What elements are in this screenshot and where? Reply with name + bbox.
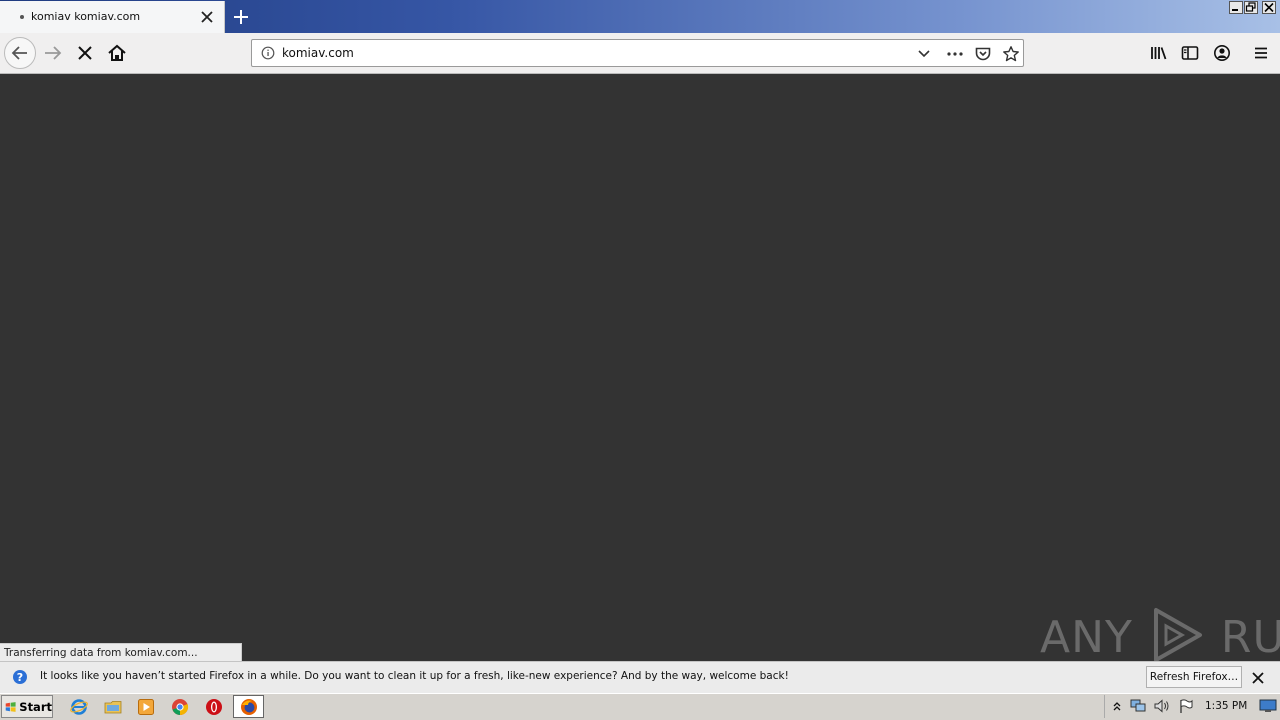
action-center-flag-icon[interactable] <box>1178 698 1194 714</box>
firefox-icon <box>241 699 257 715</box>
notification-bar: ? It looks like you haven’t started Fire… <box>0 661 1280 693</box>
tab-title: komiav komiav.com <box>31 10 141 23</box>
svg-text:?: ? <box>17 671 23 684</box>
taskbar <box>0 693 1280 720</box>
windows-logo-icon <box>5 701 16 712</box>
watermark-left: ANY <box>1040 612 1133 663</box>
dropdown-icon[interactable] <box>916 46 932 62</box>
back-icon <box>11 46 27 60</box>
home-button[interactable] <box>102 38 132 68</box>
back-button[interactable] <box>4 37 36 69</box>
internet-explorer-icon <box>70 699 88 715</box>
taskbar-media[interactable] <box>136 697 156 717</box>
notification-message: It looks like you haven’t started Firefo… <box>40 670 789 682</box>
taskbar-ie[interactable] <box>69 697 89 717</box>
tab-close-icon[interactable] <box>198 8 216 26</box>
account-button[interactable] <box>1207 38 1237 68</box>
home-icon <box>108 44 126 61</box>
show-desktop-icon[interactable] <box>1259 699 1277 713</box>
star-icon[interactable] <box>1002 45 1020 63</box>
status-text: Transferring data from komiav.com... <box>0 643 242 661</box>
forward-icon <box>45 46 62 60</box>
folder-icon <box>104 701 122 714</box>
volume-icon[interactable] <box>1153 698 1171 714</box>
info-icon[interactable] <box>261 46 275 60</box>
menu-icon <box>1255 47 1267 59</box>
stop-icon <box>78 46 92 60</box>
opera-icon <box>206 699 222 715</box>
taskbar-firefox[interactable] <box>233 695 264 718</box>
taskbar-clock[interactable]: 1:35 PM <box>1205 700 1247 712</box>
play-logo-icon <box>1153 608 1202 662</box>
question-icon: ? <box>13 670 27 684</box>
refresh-firefox-button[interactable]: Refresh Firefox… <box>1146 666 1242 688</box>
system-tray <box>1104 695 1280 718</box>
pocket-icon[interactable] <box>974 45 992 63</box>
anyrun-watermark: ANY RUN <box>1040 606 1280 664</box>
notification-close-icon[interactable] <box>1251 671 1265 685</box>
chrome-icon <box>172 699 189 716</box>
network-icon[interactable] <box>1129 698 1147 714</box>
watermark-right: RUN <box>1220 612 1280 663</box>
library-button[interactable] <box>1144 38 1174 68</box>
start-button[interactable]: Start <box>1 695 53 718</box>
start-label: Start <box>19 699 52 714</box>
taskbar-explorer[interactable] <box>103 697 123 717</box>
tab-active[interactable]: komiav komiav.com <box>0 1 225 33</box>
forward-button[interactable] <box>38 38 68 68</box>
taskbar-opera[interactable] <box>204 697 224 717</box>
sidebar-button[interactable] <box>1175 38 1205 68</box>
sidebar-icon <box>1181 46 1199 60</box>
media-player-icon <box>138 699 154 715</box>
new-tab-button[interactable] <box>228 4 254 30</box>
account-icon <box>1214 45 1230 61</box>
minimize-button[interactable] <box>1229 1 1243 14</box>
menu-button[interactable] <box>1246 38 1276 68</box>
stop-button[interactable] <box>70 38 100 68</box>
library-icon <box>1151 47 1167 60</box>
tray-expand-icon[interactable] <box>1112 700 1122 712</box>
taskbar-chrome[interactable] <box>170 697 190 717</box>
restore-button[interactable] <box>1244 1 1258 14</box>
loading-dot-icon <box>20 15 24 19</box>
url-bar[interactable] <box>251 39 1024 67</box>
more-icon[interactable] <box>946 46 964 62</box>
url-input[interactable] <box>282 45 882 61</box>
window-close-button[interactable] <box>1262 1 1276 14</box>
page-content <box>0 74 1280 661</box>
